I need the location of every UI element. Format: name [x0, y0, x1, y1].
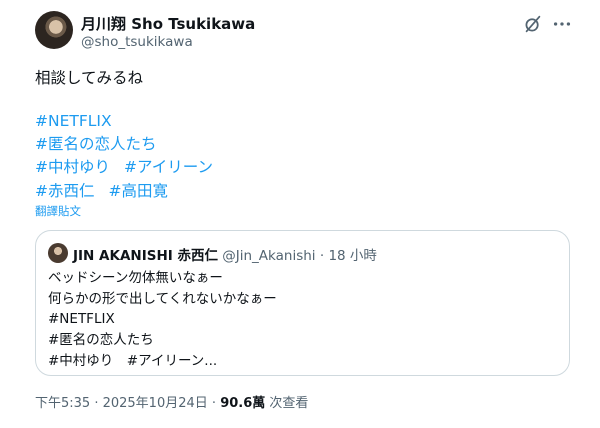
- post-text: 相談してみるね: [35, 69, 144, 87]
- hashtag-link[interactable]: #赤西仁: [35, 182, 95, 200]
- quote-time[interactable]: 18 小時: [328, 248, 376, 264]
- quote-separator: ·: [319, 248, 325, 264]
- view-count[interactable]: 90.6萬: [220, 396, 265, 411]
- quote-avatar[interactable]: [48, 243, 68, 263]
- quoted-post-card[interactable]: JIN AKANISHI 赤西仁 @Jin_Akanishi · 18 小時 ベ…: [35, 230, 570, 376]
- quote-line: #NETFLIX: [48, 311, 115, 328]
- translate-post-link[interactable]: 翻譯貼文: [35, 203, 81, 219]
- hashtag-line: #赤西仁 #高田寛: [35, 180, 227, 203]
- quote-header: JIN AKANISHI 赤西仁 @Jin_Akanishi · 18 小時: [73, 244, 377, 264]
- quote-text: ベッドシーン勿体無いなぁー 何らかの形で出してくれないかなぁー #NETFLIX…: [48, 268, 277, 372]
- hashtag-link[interactable]: #高田寛: [109, 182, 169, 200]
- quote-line: 何らかの形で出してくれないかなぁー: [48, 290, 277, 307]
- quote-line: #匿名の恋人たち: [48, 332, 154, 349]
- post-meta: 下午5:35 · 2025年10月24日 · 90.6萬 次查看: [35, 392, 308, 411]
- quote-line: #中村ゆり #アイリーン...: [48, 352, 218, 369]
- view-count-label: 次查看: [269, 396, 309, 411]
- hashtag-link[interactable]: #NETFLIX: [35, 112, 112, 130]
- hashtag-link[interactable]: #中村ゆり: [35, 158, 110, 176]
- hashtag-link[interactable]: #匿名の恋人たち: [35, 135, 157, 153]
- hashtag-link[interactable]: #アイリーン: [124, 158, 213, 176]
- author-handle[interactable]: @sho_tsukikawa: [81, 34, 193, 50]
- post-timestamp[interactable]: 下午5:35 · 2025年10月24日: [35, 396, 208, 411]
- hashtag-line: #NETFLIX: [35, 110, 227, 133]
- author-name[interactable]: 月川翔 Sho Tsukikawa: [81, 13, 255, 34]
- quote-author-handle[interactable]: @Jin_Akanishi: [222, 248, 315, 264]
- more-icon[interactable]: [551, 13, 573, 35]
- quote-author-name[interactable]: JIN AKANISHI 赤西仁: [73, 248, 218, 264]
- hashtag-line: #中村ゆり #アイリーン: [35, 156, 227, 179]
- hashtag-line: #匿名の恋人たち: [35, 133, 227, 156]
- meta-separator: ·: [211, 396, 217, 411]
- grok-icon[interactable]: [522, 13, 544, 35]
- quote-line: ベッドシーン勿体無いなぁー: [48, 270, 223, 286]
- hashtag-list: #NETFLIX #匿名の恋人たち #中村ゆり #アイリーン #赤西仁 #高田寛: [35, 110, 227, 203]
- author-avatar[interactable]: [35, 11, 73, 49]
